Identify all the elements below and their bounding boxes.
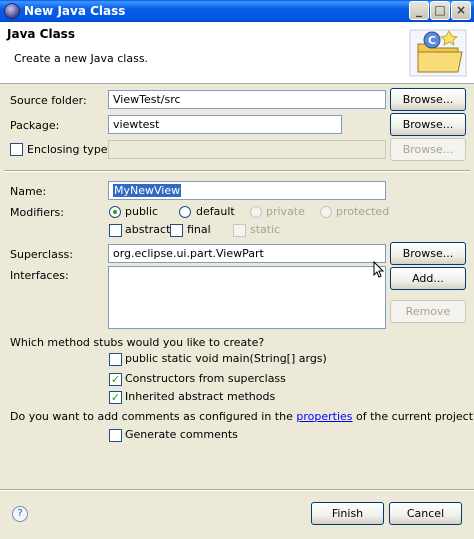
modifier-default-label: default bbox=[196, 205, 235, 218]
enclosing-type-browse-button[interactable]: Browse... bbox=[390, 138, 466, 161]
window-title: New Java Class bbox=[24, 4, 126, 18]
page-title: Java Class bbox=[7, 27, 75, 41]
modifier-private-label: private bbox=[266, 205, 305, 218]
modifier-protected-radio[interactable] bbox=[320, 206, 332, 218]
package-label: Package: bbox=[10, 119, 60, 132]
modifier-final-checkbox[interactable] bbox=[170, 224, 183, 237]
enclosing-type-label: Enclosing type: bbox=[27, 143, 112, 156]
eclipse-icon bbox=[4, 3, 20, 19]
new-class-wizard-icon: C bbox=[409, 29, 467, 77]
name-label: Name: bbox=[10, 185, 47, 198]
comments-question-suffix: of the current project? bbox=[352, 410, 474, 423]
finish-button[interactable]: Finish bbox=[311, 502, 384, 525]
modifier-abstract-label: abstract bbox=[125, 223, 171, 236]
generate-comments-checkbox[interactable] bbox=[109, 429, 122, 442]
modifier-private-radio[interactable] bbox=[250, 206, 262, 218]
source-folder-label: Source folder: bbox=[10, 94, 87, 107]
superclass-label: Superclass: bbox=[10, 248, 73, 261]
generate-comments-label: Generate comments bbox=[125, 428, 238, 441]
interfaces-remove-button[interactable]: Remove bbox=[390, 300, 466, 323]
modifier-static-checkbox[interactable] bbox=[233, 224, 246, 237]
stub-constructors-label: Constructors from superclass bbox=[125, 372, 286, 385]
minimize-button[interactable]: _ bbox=[409, 1, 429, 20]
stub-main-checkbox[interactable] bbox=[109, 353, 122, 366]
name-value: MyNewView bbox=[113, 184, 182, 197]
modifier-abstract-checkbox[interactable] bbox=[109, 224, 122, 237]
source-folder-input[interactable]: ViewTest/src bbox=[108, 90, 386, 109]
footer-separator bbox=[0, 489, 474, 491]
stubs-question: Which method stubs would you like to cre… bbox=[10, 336, 265, 349]
comments-question-prefix: Do you want to add comments as configure… bbox=[10, 410, 297, 423]
modifier-public-radio[interactable] bbox=[109, 206, 121, 218]
help-icon[interactable]: ? bbox=[12, 506, 28, 522]
comments-question: Do you want to add comments as configure… bbox=[10, 410, 474, 423]
separator bbox=[4, 170, 470, 172]
enclosing-type-checkbox[interactable] bbox=[10, 143, 23, 156]
name-input[interactable]: MyNewView bbox=[108, 181, 386, 200]
interfaces-add-button[interactable]: Add... bbox=[390, 267, 466, 290]
stub-inherited-label: Inherited abstract methods bbox=[125, 390, 276, 403]
title-bar[interactable]: New Java Class _ □ × bbox=[0, 0, 474, 22]
interfaces-list[interactable] bbox=[108, 266, 386, 329]
mouse-cursor-icon bbox=[373, 261, 385, 278]
modifier-static-label: static bbox=[250, 223, 281, 236]
cancel-button[interactable]: Cancel bbox=[389, 502, 462, 525]
stub-main-label: public static void main(String[] args) bbox=[125, 352, 327, 365]
stub-inherited-checkbox[interactable]: ✓ bbox=[109, 391, 122, 404]
close-button[interactable]: × bbox=[451, 1, 471, 20]
modifier-protected-label: protected bbox=[336, 205, 390, 218]
modifiers-label: Modifiers: bbox=[10, 206, 64, 219]
superclass-browse-button[interactable]: Browse... bbox=[390, 242, 466, 265]
properties-link[interactable]: properties bbox=[296, 410, 352, 423]
interfaces-label: Interfaces: bbox=[10, 269, 69, 282]
stub-constructors-checkbox[interactable]: ✓ bbox=[109, 373, 122, 386]
enclosing-type-input[interactable] bbox=[108, 140, 386, 159]
package-browse-button[interactable]: Browse... bbox=[390, 113, 466, 136]
modifier-final-label: final bbox=[187, 223, 211, 236]
modifier-default-radio[interactable] bbox=[179, 206, 191, 218]
maximize-button[interactable]: □ bbox=[430, 1, 450, 20]
source-folder-browse-button[interactable]: Browse... bbox=[390, 88, 466, 111]
modifier-public-label: public bbox=[125, 205, 159, 218]
svg-text:C: C bbox=[428, 34, 436, 47]
page-description: Create a new Java class. bbox=[14, 52, 149, 65]
wizard-header: Java Class Create a new Java class. C bbox=[0, 22, 474, 84]
package-input[interactable]: viewtest bbox=[108, 115, 342, 134]
superclass-input[interactable]: org.eclipse.ui.part.ViewPart bbox=[108, 244, 386, 263]
